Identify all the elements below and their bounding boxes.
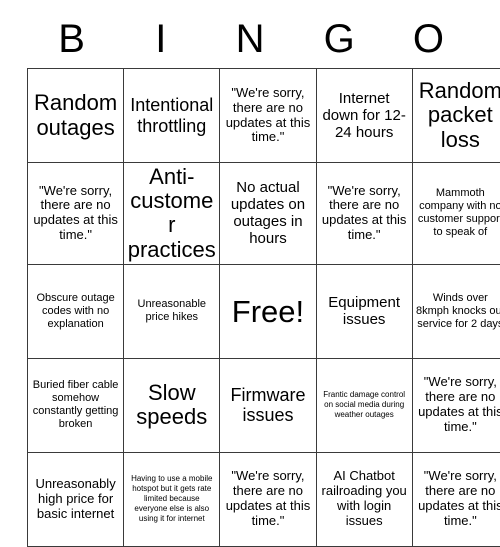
bingo-cell[interactable]: Having to use a mobile hotspot but it ge… — [124, 452, 220, 546]
bingo-cell[interactable]: Intentional throttling — [124, 69, 220, 163]
bingo-cell[interactable]: "We're sorry, there are no updates at th… — [316, 163, 412, 265]
bingo-cell[interactable]: Obscure outage codes with no explanation — [28, 264, 124, 358]
header-letter-o: O — [384, 10, 473, 68]
bingo-cell-label: Frantic damage control on social media d… — [320, 390, 409, 420]
bingo-cell[interactable]: Slow speeds — [124, 358, 220, 452]
bingo-cell[interactable]: Internet down for 12-24 hours — [316, 69, 412, 163]
bingo-cell[interactable]: AI Chatbot railroading you with login is… — [316, 452, 412, 546]
bingo-grid: Random outagesIntentional throttling"We'… — [27, 68, 500, 547]
bingo-cell-label: No actual updates on outages in hours — [223, 179, 312, 247]
bingo-cell-label: "We're sorry, there are no updates at th… — [223, 86, 312, 146]
bingo-cell-label: AI Chatbot railroading you with login is… — [320, 469, 409, 529]
bingo-cell-label: Buried fiber cable somehow constantly ge… — [31, 379, 120, 431]
bingo-header: B I N G O — [27, 10, 473, 68]
bingo-cell[interactable]: No actual updates on outages in hours — [220, 163, 316, 265]
header-letter-g: G — [295, 10, 384, 68]
bingo-cell[interactable]: "We're sorry, there are no updates at th… — [412, 452, 500, 546]
bingo-cell-label: Intentional throttling — [127, 95, 216, 135]
bingo-cell-label: "We're sorry, there are no updates at th… — [416, 375, 500, 435]
bingo-cell[interactable]: "We're sorry, there are no updates at th… — [220, 69, 316, 163]
bingo-cell-label: Free! — [223, 295, 312, 328]
header-letter-n: N — [205, 10, 294, 68]
bingo-cell[interactable]: Random packet loss — [412, 69, 500, 163]
bingo-cell-label: Having to use a mobile hotspot but it ge… — [127, 474, 216, 524]
header-letter-i: I — [116, 10, 205, 68]
bingo-row: Buried fiber cable somehow constantly ge… — [28, 358, 500, 452]
bingo-cell-label: "We're sorry, there are no updates at th… — [416, 469, 500, 529]
bingo-cell-label: Unreasonable price hikes — [127, 298, 216, 324]
bingo-cell[interactable]: "We're sorry, there are no updates at th… — [220, 452, 316, 546]
bingo-cell[interactable]: Firmware issues — [220, 358, 316, 452]
bingo-cell[interactable]: Anti-customer practices — [124, 163, 220, 265]
bingo-cell-label: Internet down for 12-24 hours — [320, 90, 409, 141]
bingo-cell[interactable]: Mammoth company with no customer support… — [412, 163, 500, 265]
bingo-card: B I N G O Random outagesIntentional thro… — [27, 10, 473, 547]
header-letter-b: B — [27, 10, 116, 68]
bingo-cell-label: Anti-customer practices — [127, 165, 216, 262]
bingo-cell[interactable]: Frantic damage control on social media d… — [316, 358, 412, 452]
bingo-cell-label: Winds over 8kmph knocks out service for … — [416, 292, 500, 331]
bingo-row: "We're sorry, there are no updates at th… — [28, 163, 500, 265]
bingo-cell[interactable]: Equipment issues — [316, 264, 412, 358]
bingo-cell-free[interactable]: Free! — [220, 264, 316, 358]
bingo-cell-label: Mammoth company with no customer support… — [416, 187, 500, 239]
bingo-row: Obscure outage codes with no explanation… — [28, 264, 500, 358]
bingo-cell[interactable]: Unreasonable price hikes — [124, 264, 220, 358]
bingo-cell-label: "We're sorry, there are no updates at th… — [223, 469, 312, 529]
bingo-row: Random outagesIntentional throttling"We'… — [28, 69, 500, 163]
bingo-cell-label: "We're sorry, there are no updates at th… — [31, 184, 120, 244]
bingo-cell-label: "We're sorry, there are no updates at th… — [320, 184, 409, 244]
bingo-cell-label: Unreasonably high price for basic intern… — [31, 477, 120, 522]
bingo-cell[interactable]: Unreasonably high price for basic intern… — [28, 452, 124, 546]
bingo-cell[interactable]: "We're sorry, there are no updates at th… — [28, 163, 124, 265]
bingo-row: Unreasonably high price for basic intern… — [28, 452, 500, 546]
bingo-cell-label: Random packet loss — [416, 79, 500, 152]
bingo-cell-label: Slow speeds — [127, 381, 216, 429]
bingo-cell[interactable]: Buried fiber cable somehow constantly ge… — [28, 358, 124, 452]
bingo-cell-label: Obscure outage codes with no explanation — [31, 292, 120, 331]
bingo-cell-label: Equipment issues — [320, 294, 409, 328]
bingo-cell-label: Random outages — [31, 91, 120, 139]
bingo-cell[interactable]: "We're sorry, there are no updates at th… — [412, 358, 500, 452]
bingo-cell[interactable]: Winds over 8kmph knocks out service for … — [412, 264, 500, 358]
bingo-cell-label: Firmware issues — [223, 385, 312, 425]
bingo-cell[interactable]: Random outages — [28, 69, 124, 163]
